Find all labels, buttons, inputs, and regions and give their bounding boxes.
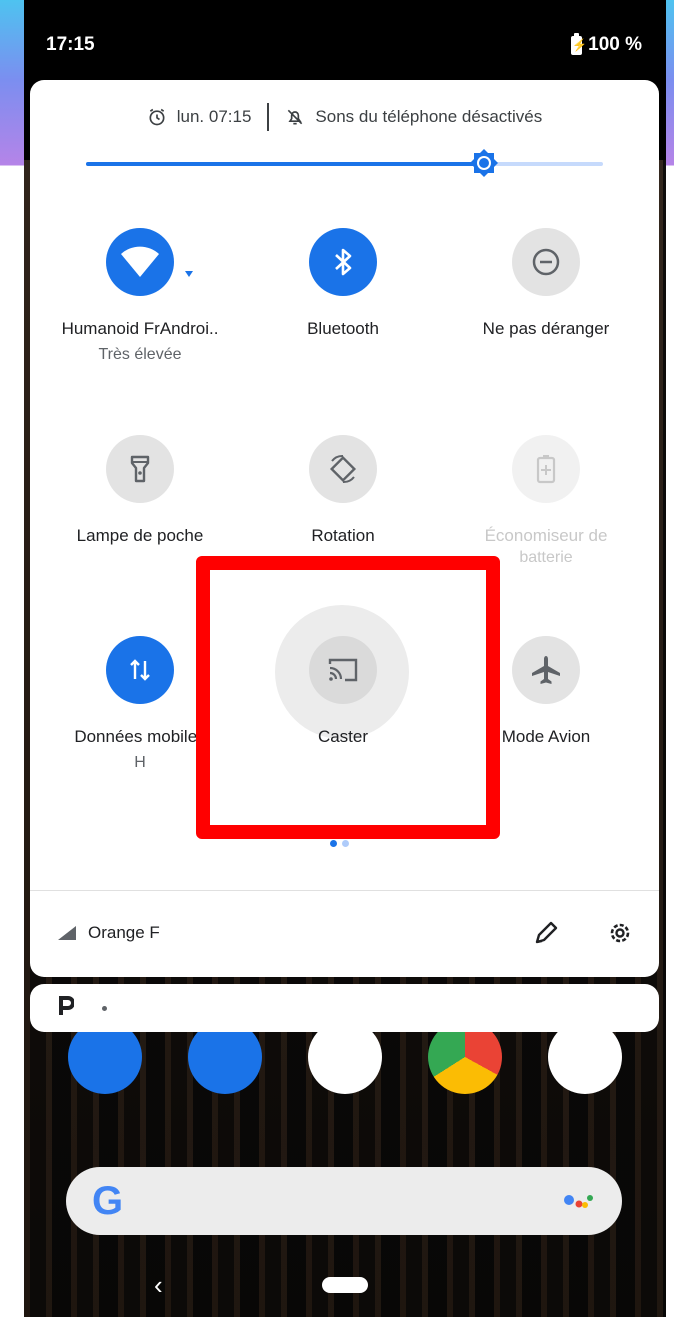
- tile-wifi[interactable]: Humanoid FrAndroi.. Très élevée: [35, 228, 245, 366]
- notification-app-icon: [58, 994, 75, 1022]
- carrier-info: Orange F: [58, 923, 160, 943]
- wifi-icon: [106, 228, 174, 296]
- back-button[interactable]: ‹: [154, 1270, 163, 1301]
- wifi-expand-icon[interactable]: [185, 270, 193, 278]
- pushbullet-icon: [59, 996, 75, 1015]
- dnd-icon: [512, 228, 580, 296]
- carrier-name: Orange F: [88, 923, 160, 942]
- mobile-data-icon: [106, 636, 174, 704]
- tile-cast[interactable]: Caster: [238, 636, 448, 748]
- tile-label: Économiseur de: [484, 526, 608, 545]
- tile-label: Humanoid FrAndroi..: [61, 319, 219, 338]
- google-g-icon: G: [92, 1179, 124, 1223]
- header-separator: [267, 103, 270, 131]
- tile-label: Rotation: [311, 526, 375, 545]
- tile-label: Données mobiles: [74, 727, 206, 746]
- tile-sublabel: batterie: [519, 549, 573, 566]
- notification-card[interactable]: [30, 984, 659, 1032]
- page-indicator: [330, 840, 349, 847]
- phone-screen: 17:15 100 % G ‹ lun. 07:15: [24, 0, 666, 1317]
- tile-label: Ne pas déranger: [482, 319, 610, 338]
- home-button[interactable]: [322, 1277, 368, 1293]
- status-time: 17:15: [46, 34, 95, 55]
- airplane-icon: [512, 636, 580, 704]
- qs-footer: Orange F: [30, 891, 659, 977]
- tile-bluetooth[interactable]: Bluetooth: [238, 228, 448, 340]
- brightness-fill: [86, 162, 485, 166]
- sound-status[interactable]: Sons du téléphone désactivés: [315, 107, 542, 127]
- qs-header: lun. 07:15 Sons du téléphone désactivés: [30, 102, 659, 132]
- page-dot: [342, 840, 349, 847]
- tile-battery-saver: Économiseur de batterie: [441, 435, 651, 569]
- brightness-thumb-icon[interactable]: [469, 148, 499, 178]
- bluetooth-icon: [309, 228, 377, 296]
- flashlight-icon: [106, 435, 174, 503]
- page-dot-active: [330, 840, 337, 847]
- status-bar: 17:15 100 %: [24, 0, 666, 86]
- tile-airplane-mode[interactable]: Mode Avion: [441, 636, 651, 748]
- assistant-icon[interactable]: [564, 1193, 594, 1209]
- notification-separator-dot: [102, 1006, 107, 1011]
- navigation-bar: ‹: [24, 1250, 666, 1317]
- battery-percent: 100 %: [588, 34, 642, 55]
- brightness-slider[interactable]: [86, 149, 603, 177]
- google-search-bar[interactable]: G: [66, 1167, 622, 1235]
- tile-mobile-data[interactable]: Données mobiles H: [35, 636, 245, 774]
- muted-bell-icon: [288, 109, 303, 125]
- tile-flashlight[interactable]: Lampe de poche: [35, 435, 245, 547]
- cast-icon: [309, 636, 377, 704]
- tile-sublabel: Très élevée: [98, 346, 182, 363]
- edit-pencil-icon[interactable]: [532, 919, 560, 947]
- tile-label: Mode Avion: [501, 727, 591, 746]
- rotation-icon: [309, 435, 377, 503]
- tile-do-not-disturb[interactable]: Ne pas déranger: [441, 228, 651, 340]
- tile-sublabel: H: [134, 754, 146, 771]
- tile-label: Lampe de poche: [76, 526, 204, 545]
- signal-icon: [58, 926, 76, 940]
- battery-saver-icon: [512, 435, 580, 503]
- status-right: 100 %: [571, 32, 642, 56]
- tile-label: Caster: [317, 727, 369, 746]
- tile-rotation[interactable]: Rotation: [238, 435, 448, 547]
- settings-gear-icon[interactable]: [606, 919, 634, 947]
- alarm-icon: [149, 108, 165, 126]
- alarm-time[interactable]: lun. 07:15: [177, 107, 252, 127]
- tile-label: Bluetooth: [307, 319, 379, 338]
- battery-charging-icon: [571, 32, 587, 55]
- quick-settings-panel: lun. 07:15 Sons du téléphone désactivés: [30, 80, 659, 977]
